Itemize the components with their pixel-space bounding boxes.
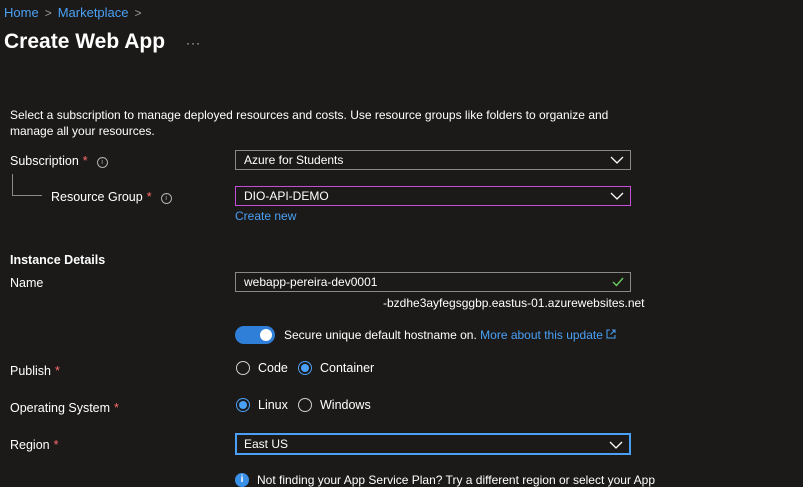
region-dropdown[interactable]: East US (235, 433, 631, 455)
required-marker: * (114, 401, 119, 415)
breadcrumb: Home > Marketplace > (4, 5, 142, 20)
info-icon[interactable]: i (96, 157, 108, 168)
app-service-plan-info-text: Not finding your App Service Plan? Try a… (257, 473, 656, 487)
os-linux-label: Linux (258, 398, 288, 412)
toggle-knob (260, 329, 272, 341)
operating-system-label: Operating System * (10, 401, 119, 415)
os-windows-option[interactable]: Windows (298, 398, 371, 412)
page-title: Create Web App (4, 30, 166, 53)
publish-label-text: Publish (10, 364, 51, 378)
chevron-right-icon: > (134, 5, 142, 20)
breadcrumb-home-link[interactable]: Home (4, 5, 39, 20)
operating-system-label-text: Operating System (10, 401, 111, 415)
more-about-update-link[interactable]: More about this update (480, 328, 603, 342)
region-selected-value: East US (244, 437, 289, 451)
tree-connector-horizontal (12, 195, 42, 196)
publish-code-label: Code (258, 361, 288, 375)
info-icon[interactable]: i (160, 193, 172, 204)
resource-group-dropdown[interactable]: DIO-API-DEMO (235, 186, 631, 206)
secure-hostname-text: Secure unique default hostname on. (284, 328, 477, 342)
subscription-label: Subscription * i (10, 154, 108, 168)
chevron-right-icon: > (44, 5, 52, 20)
secure-hostname-toggle[interactable] (235, 326, 275, 344)
create-new-resource-group-link[interactable]: Create new (235, 209, 296, 223)
region-label-text: Region (10, 438, 50, 452)
os-windows-label: Windows (320, 398, 371, 412)
subscription-selected-value: Azure for Students (244, 153, 344, 167)
required-marker: * (55, 364, 60, 378)
chevron-down-icon (609, 441, 623, 449)
radio-button-selected-icon[interactable] (298, 361, 312, 375)
tree-connector-vertical (12, 174, 13, 195)
radio-button-icon[interactable] (236, 361, 250, 375)
instance-details-heading: Instance Details (10, 253, 106, 267)
project-details-description: Select a subscription to manage deployed… (10, 108, 609, 138)
subscription-dropdown[interactable]: Azure for Students (235, 150, 631, 170)
resource-group-label: Resource Group * i (51, 190, 172, 204)
info-icon: i (235, 473, 249, 487)
os-linux-option[interactable]: Linux (236, 398, 288, 412)
name-input-value: webapp-pereira-dev0001 (244, 275, 378, 289)
publish-label: Publish * (10, 364, 60, 378)
required-marker: * (82, 154, 88, 168)
region-label: Region * (10, 438, 59, 452)
checkmark-icon (612, 277, 624, 287)
chevron-down-icon (610, 156, 624, 164)
required-marker: * (53, 438, 59, 452)
resource-group-label-text: Resource Group (51, 190, 143, 204)
required-marker: * (146, 190, 152, 204)
chevron-down-icon (610, 192, 624, 200)
resource-group-selected-value: DIO-API-DEMO (244, 189, 329, 203)
name-label: Name (10, 276, 44, 290)
publish-code-option[interactable]: Code (236, 361, 288, 375)
publish-container-option[interactable]: Container (298, 361, 374, 375)
hostname-suffix: -bzdhe3ayfegsggbp.eastus-01.azurewebsite… (383, 296, 645, 310)
radio-button-selected-icon[interactable] (236, 398, 250, 412)
name-input[interactable]: webapp-pereira-dev0001 (235, 272, 631, 292)
breadcrumb-marketplace-link[interactable]: Marketplace (58, 5, 129, 20)
subscription-label-text: Subscription (10, 154, 79, 168)
external-link-icon[interactable] (606, 329, 616, 339)
publish-container-label: Container (320, 361, 375, 375)
secure-hostname-row: Secure unique default hostname on. More … (284, 328, 616, 342)
more-options-icon[interactable]: ··· (186, 36, 201, 50)
radio-button-icon[interactable] (298, 398, 312, 412)
